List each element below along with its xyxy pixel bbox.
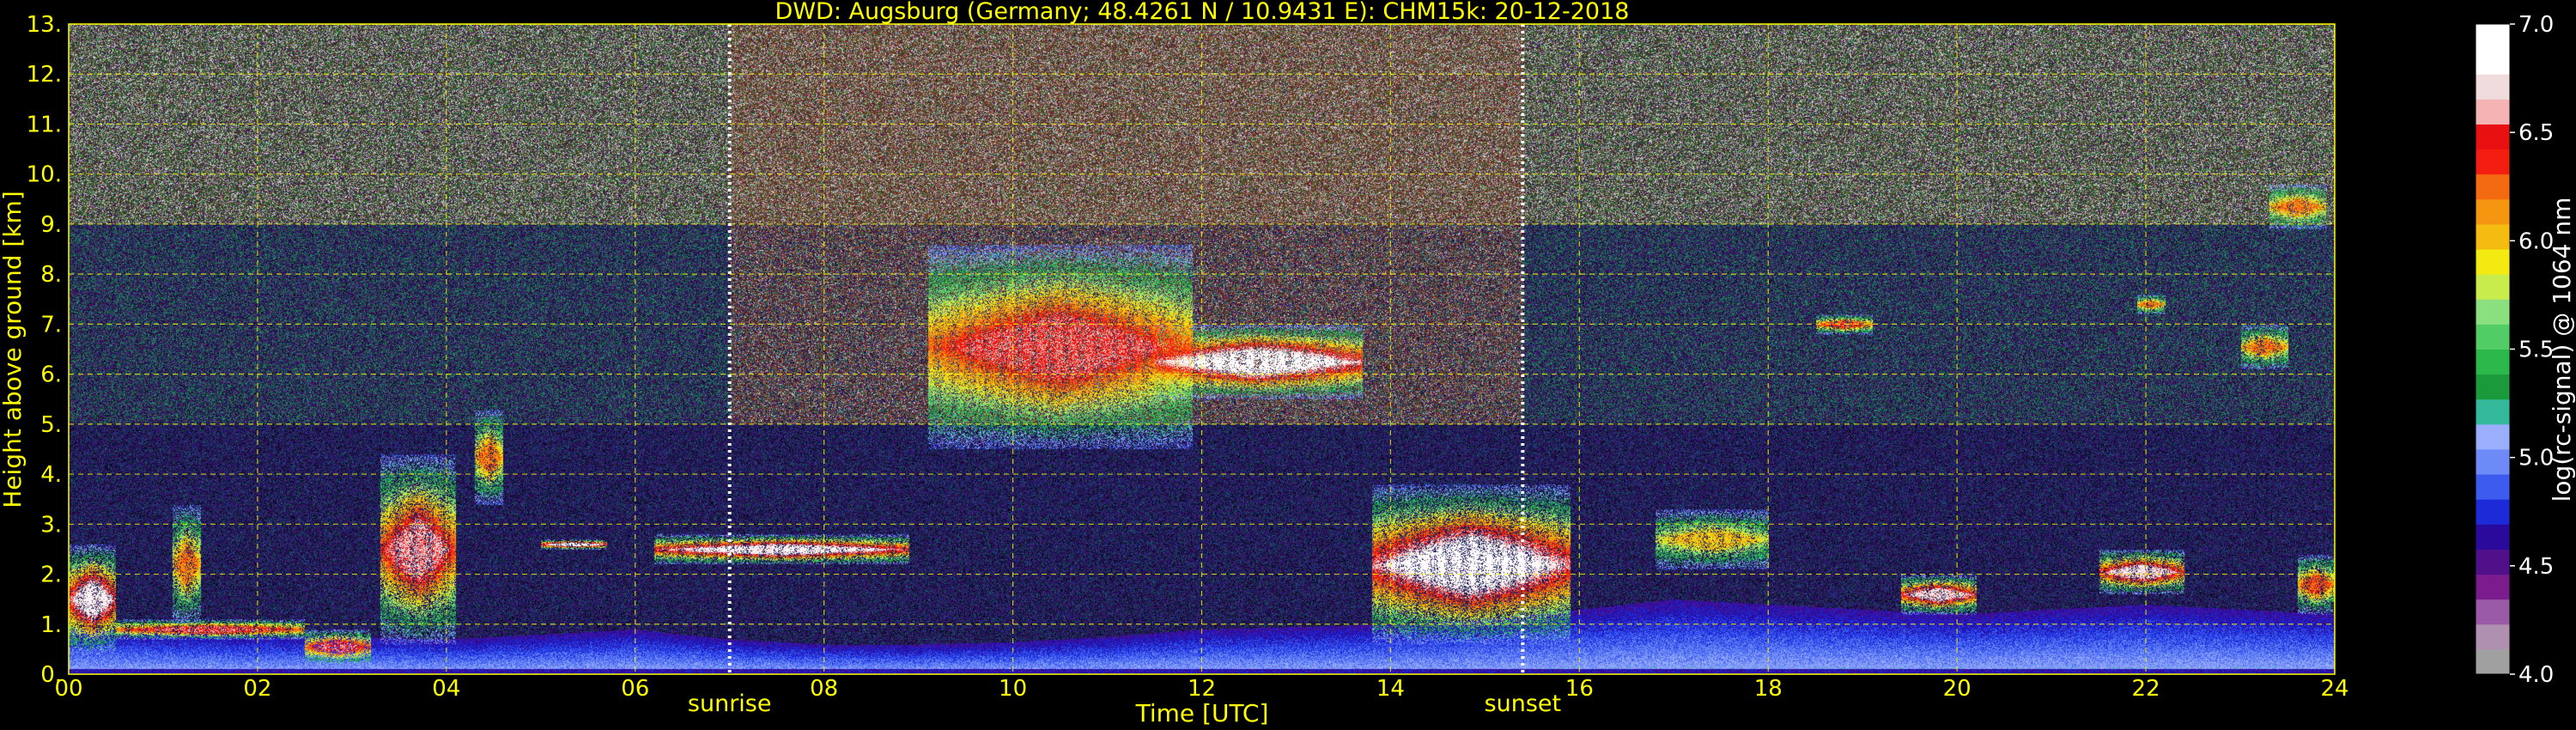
- sun-marker-label: sunset: [1485, 690, 1562, 717]
- colorbar-segment: [2476, 49, 2510, 75]
- x-tick-label: 10: [999, 676, 1027, 702]
- colorbar-segment: [2476, 624, 2510, 650]
- colorbar-segment: [2476, 249, 2510, 275]
- colorbar-segment: [2476, 575, 2510, 600]
- colorbar-segment: [2476, 299, 2510, 325]
- colorbar-segment: [2476, 424, 2510, 450]
- x-tick-label: 14: [1376, 676, 1405, 702]
- colorbar-segment: [2476, 449, 2510, 475]
- y-tick-label: 6.: [40, 362, 62, 388]
- y-tick-label: 7.: [40, 312, 62, 338]
- x-tick-label: 06: [621, 676, 649, 702]
- x-tick-label: 02: [243, 676, 271, 702]
- colorbar-segment: [2476, 499, 2510, 525]
- x-tick-label: 24: [2320, 676, 2348, 702]
- x-axis-ticks: 00 02 04 06 08 10 12 14 16 18 20 22 24: [54, 676, 2348, 702]
- colorbar-segment: [2476, 174, 2510, 200]
- y-axis-label: Height above ground [km]: [0, 191, 27, 508]
- y-tick-label: 2.: [40, 563, 62, 588]
- y-tick-label: 8.: [40, 262, 62, 288]
- y-tick-label: 10.: [27, 162, 62, 188]
- x-tick-label: 00: [54, 676, 82, 702]
- colorbar-segment: [2476, 74, 2510, 100]
- colorbar-segment: [2476, 149, 2510, 175]
- y-tick-label: 3.: [40, 512, 62, 538]
- x-tick-label: 08: [810, 676, 838, 702]
- y-tick-label: 13.: [27, 12, 62, 38]
- y-tick-label: 12.: [27, 62, 62, 88]
- colorbar-segment: [2476, 24, 2510, 50]
- x-tick-label: 12: [1188, 676, 1216, 702]
- plot-area: [69, 24, 2335, 674]
- x-tick-label: 22: [2132, 676, 2160, 702]
- y-tick-label: 4.: [40, 462, 62, 488]
- colorbar-segment: [2476, 199, 2510, 225]
- sun-marker-label: sunrise: [688, 690, 772, 717]
- colorbar-segment: [2476, 224, 2510, 250]
- ceilometer-figure: DWD: Augsburg (Germany; 48.4261 N / 10.9…: [0, 0, 2576, 730]
- y-tick-label: 9.: [40, 212, 62, 238]
- colorbar-segment: [2476, 324, 2510, 350]
- colorbar-segment: [2476, 399, 2510, 425]
- colorbar-segment: [2476, 549, 2510, 575]
- colorbar-segment: [2476, 524, 2510, 550]
- x-tick-label: 18: [1754, 676, 1783, 702]
- colorbar-segment: [2476, 474, 2510, 500]
- colorbar-tick-label: 4.5: [2518, 554, 2554, 580]
- y-tick-label: 5.: [40, 412, 62, 438]
- x-axis-label: Time [UTC]: [1135, 699, 1269, 727]
- colorbar-segment: [2476, 649, 2510, 675]
- y-tick-label: 1.: [40, 612, 62, 638]
- colorbar-segment: [2476, 99, 2510, 125]
- x-tick-label: 04: [432, 676, 460, 702]
- x-tick-label: 16: [1565, 676, 1594, 702]
- colorbar-tick-label: 7.0: [2518, 12, 2554, 38]
- y-tick-label: 11.: [27, 112, 62, 137]
- colorbar-tick-label: 4.0: [2518, 662, 2554, 688]
- colorbar-segment: [2476, 124, 2510, 149]
- colorbar-segment: [2476, 350, 2510, 375]
- colorbar-segments: [2476, 24, 2510, 675]
- chart-title: DWD: Augsburg (Germany; 48.4261 N / 10.9…: [775, 0, 1630, 25]
- colorbar: 4.04.55.05.56.06.57.0 log(rc-signal) @ 1…: [2476, 12, 2576, 688]
- colorbar-segment: [2476, 599, 2510, 625]
- colorbar-segment: [2476, 374, 2510, 400]
- colorbar-label: log(rc-signal) @ 1064 nm: [2548, 198, 2576, 502]
- colorbar-tick-label: 6.5: [2518, 120, 2554, 146]
- x-tick-label: 20: [1943, 676, 1971, 702]
- colorbar-segment: [2476, 274, 2510, 300]
- y-axis-ticks: 0.1.2.3.4.5.6.7.8.9.10.11.12.13.: [27, 12, 62, 688]
